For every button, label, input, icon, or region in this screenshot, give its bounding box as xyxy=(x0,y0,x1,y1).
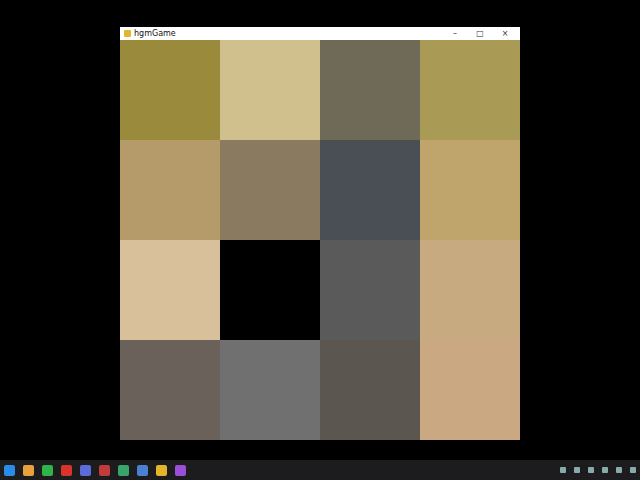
puzzle-tile[interactable] xyxy=(420,340,520,440)
puzzle-tile[interactable] xyxy=(320,240,420,340)
puzzle-tile[interactable] xyxy=(120,140,220,240)
window-title: hgmGame xyxy=(134,27,176,40)
edge-icon[interactable] xyxy=(4,465,15,476)
puzzle-tile[interactable] xyxy=(120,240,220,340)
puzzle-tile[interactable] xyxy=(120,340,220,440)
puzzle-tile[interactable] xyxy=(220,40,320,140)
chrome-icon[interactable] xyxy=(23,465,34,476)
empty-slot[interactable] xyxy=(220,240,320,340)
puzzle-tile[interactable] xyxy=(320,140,420,240)
puzzle-tile[interactable] xyxy=(220,340,320,440)
puzzle-tile[interactable] xyxy=(420,240,520,340)
tray-icon[interactable] xyxy=(574,467,580,473)
app-icon xyxy=(124,30,131,37)
tray-icon[interactable] xyxy=(630,467,636,473)
puzzle-tile[interactable] xyxy=(320,40,420,140)
puzzle-tile[interactable] xyxy=(320,340,420,440)
browser-icon[interactable] xyxy=(80,465,91,476)
wechat-icon[interactable] xyxy=(42,465,53,476)
minimize-button[interactable]: – xyxy=(444,27,466,40)
game-window[interactable]: hgmGame –□× xyxy=(120,27,520,440)
python-icon[interactable] xyxy=(156,465,167,476)
vs-icon[interactable] xyxy=(175,465,186,476)
puzzle-tile[interactable] xyxy=(120,40,220,140)
tray-icon[interactable] xyxy=(616,467,622,473)
wps-icon[interactable] xyxy=(61,465,72,476)
puzzle-tile[interactable] xyxy=(420,140,520,240)
title-bar[interactable]: hgmGame –□× xyxy=(120,27,520,40)
app-icon[interactable] xyxy=(99,465,110,476)
puzzle-tile[interactable] xyxy=(220,140,320,240)
close-button[interactable]: × xyxy=(494,27,516,40)
puzzle-board[interactable] xyxy=(120,40,520,440)
notepad-icon[interactable] xyxy=(137,465,148,476)
puzzle-tile[interactable] xyxy=(420,40,520,140)
maximize-button[interactable]: □ xyxy=(469,27,491,40)
taskbar xyxy=(0,460,640,480)
tray-icon[interactable] xyxy=(602,467,608,473)
file-icon[interactable] xyxy=(118,465,129,476)
tray-icon[interactable] xyxy=(560,467,566,473)
tray-icon[interactable] xyxy=(588,467,594,473)
